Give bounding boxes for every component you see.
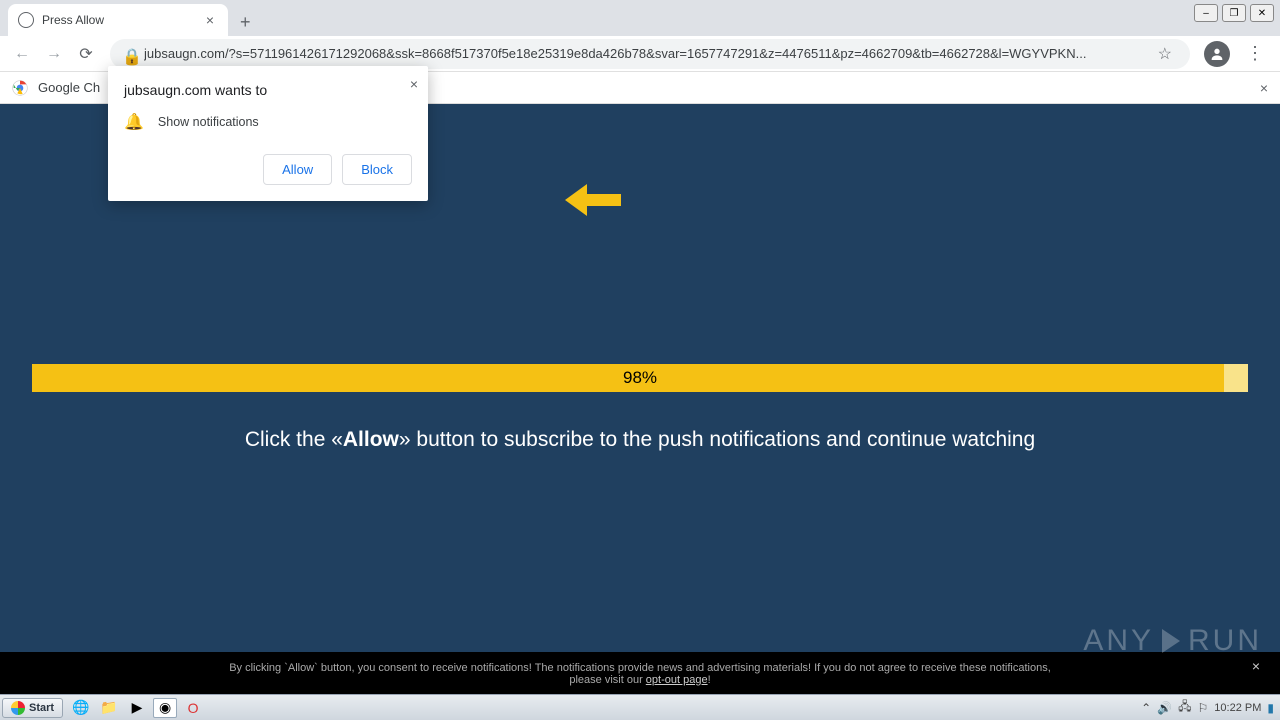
browser-tab[interactable]: Press Allow × (8, 4, 228, 36)
show-desktop[interactable]: ▮ (1267, 701, 1274, 715)
globe-icon (18, 12, 34, 28)
windows-icon (11, 701, 25, 715)
play-icon (1162, 629, 1180, 653)
taskbar: Start 🌐 📁 ▶ ◉ O ⌃ 🔊 🖧 ⚐ 10:22 PM ▮ (0, 694, 1280, 720)
consent-banner: By clicking `Allow` button, you consent … (0, 652, 1280, 694)
tab-strip: Press Allow × + – ❐ ✕ (0, 0, 1280, 36)
dialog-buttons: Allow Block (124, 154, 412, 185)
opt-out-link[interactable]: opt-out page (646, 674, 708, 686)
maximize-button[interactable]: ❐ (1222, 4, 1246, 22)
permission-label: Show notifications (158, 115, 259, 129)
network-icon[interactable]: 🖧 (1178, 697, 1191, 718)
profile-button[interactable] (1204, 41, 1230, 67)
url-text: jubsaugn.com/?s=5711961426171292068&ssk=… (144, 46, 1152, 61)
infobar-text: Google Ch (38, 80, 100, 95)
start-button[interactable]: Start (2, 698, 63, 718)
arrow-left-icon (565, 182, 621, 228)
clock[interactable]: 10:22 PM (1214, 702, 1261, 714)
chevron-up-icon[interactable]: ⌃ (1141, 701, 1151, 715)
block-button[interactable]: Block (342, 154, 412, 185)
permission-row: 🔔 Show notifications (124, 112, 412, 132)
progress-bar: 98% (32, 364, 1248, 392)
notification-permission-dialog: × jubsaugn.com wants to 🔔 Show notificat… (108, 66, 428, 201)
close-window-button[interactable]: ✕ (1250, 4, 1274, 22)
explorer-icon[interactable]: 📁 (97, 698, 121, 718)
volume-icon[interactable]: 🔊 (1157, 701, 1172, 715)
lock-icon: 🔒 (122, 47, 136, 61)
dialog-title: jubsaugn.com wants to (124, 82, 412, 98)
forward-button[interactable]: → (40, 40, 68, 68)
tab-title: Press Allow (42, 13, 202, 27)
window-controls: – ❐ ✕ (1194, 4, 1274, 22)
progress-percent: 98% (32, 364, 1248, 392)
minimize-button[interactable]: – (1194, 4, 1218, 22)
opera-icon[interactable]: O (181, 698, 205, 718)
consent-close-icon[interactable]: × (1252, 658, 1260, 674)
chrome-taskbar-icon[interactable]: ◉ (153, 698, 177, 718)
bookmark-star-icon[interactable]: ☆ (1152, 44, 1178, 64)
quick-launch: 🌐 📁 ▶ ◉ O (69, 698, 205, 718)
back-button[interactable]: ← (8, 40, 36, 68)
allow-button[interactable]: Allow (263, 154, 332, 185)
instruction-text: Click the «Allow» button to subscribe to… (32, 428, 1248, 452)
bell-icon: 🔔 (124, 112, 144, 132)
system-tray: ⌃ 🔊 🖧 ⚐ 10:22 PM ▮ (1135, 697, 1280, 718)
media-icon[interactable]: ▶ (125, 698, 149, 718)
flag-icon[interactable]: ⚐ (1198, 701, 1209, 715)
address-bar[interactable]: 🔒 jubsaugn.com/?s=5711961426171292068&ss… (110, 39, 1190, 69)
reload-button[interactable]: ⟳ (72, 40, 100, 68)
ie-icon[interactable]: 🌐 (69, 698, 93, 718)
new-tab-button[interactable]: + (228, 8, 263, 36)
close-tab-icon[interactable]: × (202, 12, 218, 28)
chrome-menu-button[interactable]: ⋮ (1238, 43, 1272, 64)
infobar-close-icon[interactable]: × (1260, 80, 1268, 96)
dialog-close-icon[interactable]: × (410, 76, 418, 92)
progress-area: 98% Click the «Allow» button to subscrib… (32, 364, 1248, 452)
person-icon (1209, 46, 1225, 62)
chrome-icon (12, 80, 28, 96)
